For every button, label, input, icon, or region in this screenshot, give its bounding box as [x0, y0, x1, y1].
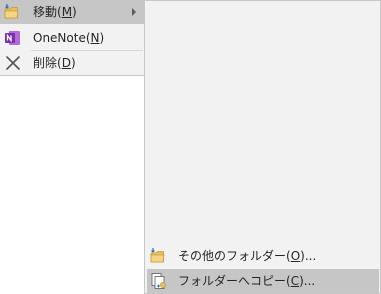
- submenu-item-copy-to-folder[interactable]: フォルダーへコピー(C)...: [147, 269, 379, 293]
- copy-to-folder-icon: [150, 272, 168, 290]
- folder-other-icon: [150, 247, 168, 265]
- move-submenu: その他のフォルダー(O)... フォルダーへコピー(C)...: [144, 0, 381, 294]
- delete-icon: [4, 54, 22, 72]
- menu-item-delete[interactable]: 削除(D): [0, 51, 144, 75]
- menu-item-delete-label: 削除(D): [33, 56, 76, 70]
- menu-item-move-label: 移動(M): [33, 5, 77, 19]
- menu-item-move[interactable]: 移動(M): [0, 0, 144, 24]
- context-menu: 移動(M) OneNote(N) 削除(D): [0, 0, 145, 76]
- submenu-item-copy-to-folder-label: フォルダーへコピー(C)...: [178, 274, 316, 288]
- folder-move-icon: [4, 3, 22, 21]
- submenu-item-other-folder[interactable]: その他のフォルダー(O)...: [147, 244, 379, 268]
- submenu-item-other-folder-label: その他のフォルダー(O)...: [178, 249, 317, 263]
- menu-item-onenote-label: OneNote(N): [33, 31, 105, 45]
- menu-item-onenote[interactable]: OneNote(N): [0, 26, 144, 50]
- submenu-arrow-icon: [132, 8, 136, 16]
- onenote-icon: [4, 29, 22, 47]
